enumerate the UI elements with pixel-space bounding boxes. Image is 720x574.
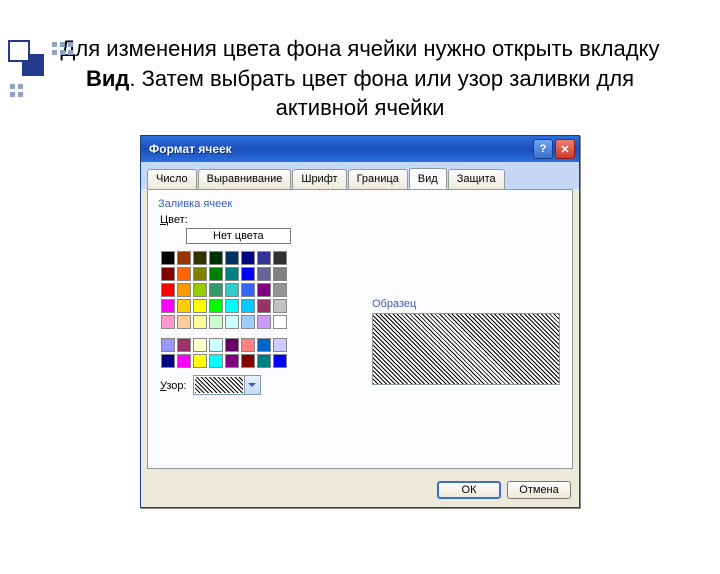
- color-swatch[interactable]: [209, 267, 223, 281]
- color-swatch[interactable]: [273, 283, 287, 297]
- cancel-button[interactable]: Отмена: [507, 481, 571, 499]
- color-swatch[interactable]: [193, 267, 207, 281]
- color-swatch[interactable]: [161, 267, 175, 281]
- color-swatch[interactable]: [273, 299, 287, 313]
- color-swatch[interactable]: [241, 251, 255, 265]
- color-swatch[interactable]: [161, 251, 175, 265]
- color-swatch[interactable]: [257, 338, 271, 352]
- color-swatch[interactable]: [177, 315, 191, 329]
- no-color-button[interactable]: Нет цвета: [186, 228, 291, 244]
- close-button[interactable]: ✕: [555, 139, 575, 159]
- color-swatch[interactable]: [161, 315, 175, 329]
- color-swatch[interactable]: [257, 299, 271, 313]
- color-swatch[interactable]: [193, 354, 207, 368]
- color-swatch[interactable]: [225, 251, 239, 265]
- color-swatch[interactable]: [177, 251, 191, 265]
- color-swatch[interactable]: [273, 354, 287, 368]
- tab-выравнивание[interactable]: Выравнивание: [198, 169, 292, 190]
- help-button[interactable]: ?: [533, 139, 553, 159]
- color-swatch[interactable]: [257, 251, 271, 265]
- color-swatch[interactable]: [273, 315, 287, 329]
- titlebar[interactable]: Формат ячеек ? ✕: [141, 136, 579, 162]
- color-swatch[interactable]: [241, 315, 255, 329]
- color-swatch[interactable]: [225, 338, 239, 352]
- color-swatch[interactable]: [193, 251, 207, 265]
- chevron-down-icon[interactable]: [244, 376, 260, 394]
- format-cells-dialog: Формат ячеек ? ✕ ЧислоВыравниваниеШрифтГ…: [140, 135, 580, 508]
- color-swatch[interactable]: [273, 267, 287, 281]
- color-swatch[interactable]: [161, 354, 175, 368]
- tab-panel-view: Заливка ячеек Цвет: Нет цвета Узор: Обра…: [147, 189, 573, 469]
- color-swatch[interactable]: [257, 267, 271, 281]
- color-swatch[interactable]: [241, 354, 255, 368]
- tab-вид[interactable]: Вид: [409, 168, 447, 189]
- color-swatch[interactable]: [241, 283, 255, 297]
- color-swatch[interactable]: [273, 251, 287, 265]
- tab-шрифт[interactable]: Шрифт: [292, 169, 346, 190]
- color-swatch[interactable]: [193, 299, 207, 313]
- color-swatch[interactable]: [273, 338, 287, 352]
- color-swatch[interactable]: [209, 251, 223, 265]
- color-swatch[interactable]: [241, 267, 255, 281]
- color-swatch[interactable]: [161, 338, 175, 352]
- color-swatch[interactable]: [209, 354, 223, 368]
- sample-label: Образец: [372, 298, 560, 310]
- color-swatch[interactable]: [177, 354, 191, 368]
- color-swatch[interactable]: [193, 283, 207, 297]
- pattern-label: Узор:: [160, 380, 187, 392]
- pattern-dropdown[interactable]: [193, 375, 261, 395]
- sample-group: Образец: [372, 298, 560, 385]
- color-swatch[interactable]: [241, 299, 255, 313]
- tab-число[interactable]: Число: [147, 169, 197, 190]
- dialog-title: Формат ячеек: [149, 142, 531, 156]
- color-swatch[interactable]: [257, 315, 271, 329]
- color-swatch[interactable]: [225, 315, 239, 329]
- color-swatch[interactable]: [177, 299, 191, 313]
- color-swatch[interactable]: [209, 315, 223, 329]
- dialog-button-row: ОК Отмена: [141, 475, 579, 507]
- tab-граница[interactable]: Граница: [348, 169, 408, 190]
- color-swatch[interactable]: [161, 299, 175, 313]
- ok-button[interactable]: ОК: [437, 481, 501, 499]
- color-swatch[interactable]: [209, 338, 223, 352]
- color-swatch[interactable]: [161, 283, 175, 297]
- color-label: Цвет:: [160, 214, 562, 226]
- color-swatch[interactable]: [193, 338, 207, 352]
- color-swatch[interactable]: [225, 299, 239, 313]
- pattern-swatch-icon: [195, 377, 243, 393]
- color-swatch[interactable]: [225, 354, 239, 368]
- tab-strip: ЧислоВыравниваниеШрифтГраницаВидЗащита: [141, 162, 579, 189]
- color-swatch[interactable]: [257, 283, 271, 297]
- color-swatch[interactable]: [209, 299, 223, 313]
- color-swatch[interactable]: [177, 283, 191, 297]
- slide-caption: Для изменения цвета фона ячейки нужно от…: [40, 34, 680, 123]
- color-swatch[interactable]: [225, 267, 239, 281]
- color-swatch[interactable]: [209, 283, 223, 297]
- sample-preview: [372, 313, 560, 385]
- color-swatch[interactable]: [177, 338, 191, 352]
- tab-защита[interactable]: Защита: [448, 169, 505, 190]
- color-swatch[interactable]: [257, 354, 271, 368]
- color-swatch[interactable]: [177, 267, 191, 281]
- color-swatch[interactable]: [225, 283, 239, 297]
- color-swatch[interactable]: [241, 338, 255, 352]
- color-swatch[interactable]: [193, 315, 207, 329]
- group-fill-label: Заливка ячеек: [158, 198, 562, 210]
